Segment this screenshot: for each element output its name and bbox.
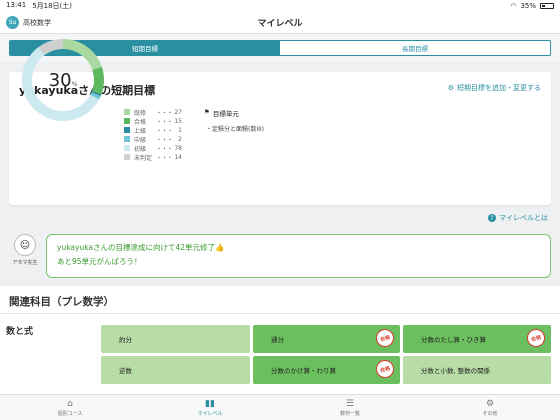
topic-tile[interactable]: 分数と小数, 整数の関係 xyxy=(403,356,551,384)
legend-dots: ・・・ xyxy=(156,109,173,117)
tab-long-term-goal[interactable]: 長期目標 xyxy=(280,41,550,55)
teacher-message-bubble: yukayukaさんの目標達成に向けて42単元修了👍 あと95単元がんばろう！ xyxy=(46,234,551,278)
list-icon: ☰ xyxy=(345,398,355,409)
gear-icon: ⚙ xyxy=(485,398,495,409)
question-icon: ? xyxy=(488,214,496,222)
pass-stamp-icon: 合格 xyxy=(373,326,397,350)
topic-tile[interactable]: 分数のかけ算・わり算 合格 xyxy=(253,356,400,384)
tab-label: その他 xyxy=(482,410,498,417)
subject-switcher[interactable]: Su 高校数学 xyxy=(6,16,51,29)
topic-grid: 数と式 約分 通分 合格 分数のたし算・ひき算 合格 逆数 分数のかけ算・わり算… xyxy=(0,314,560,394)
tab-label: マイレベル xyxy=(197,410,223,417)
subject-name: 高校数学 xyxy=(23,18,51,27)
status-date: 5月18日(土) xyxy=(32,2,73,10)
legend-dots: ・・・ xyxy=(156,154,173,162)
legend-label: 未判定 xyxy=(134,154,153,162)
legend-swatch xyxy=(124,109,130,115)
legend-count: 2 xyxy=(178,135,182,143)
tab-other[interactable]: ⚙ その他 xyxy=(420,395,560,420)
topic-tile-label: 逆数 xyxy=(119,367,132,375)
tab-materials[interactable]: ☰ 教材一覧 xyxy=(280,395,420,420)
teacher-face-icon: ☺ xyxy=(14,234,36,256)
topic-tile[interactable]: 逆数 xyxy=(101,356,250,384)
tab-individual-course[interactable]: ⌂ 個別コース xyxy=(0,395,140,420)
tab-label: 教材一覧 xyxy=(339,410,360,417)
legend-label: 既修 xyxy=(134,109,147,117)
legend-dots: ・・・ xyxy=(156,145,173,153)
add-change-goal-link[interactable]: ⚙ 短期目標を追加・変更する xyxy=(448,83,541,93)
what-is-mylevel-label: マイレベルとは xyxy=(499,214,548,222)
message-line-2: あと95単元がんばろう！ xyxy=(57,257,142,266)
nav-bar: Su 高校数学 マイレベル xyxy=(0,12,560,34)
status-bar: 13:41 5月18日(土) ◠ 35% xyxy=(0,0,560,12)
legend-row: 未判定 ・・・ 14 xyxy=(124,153,184,162)
add-change-goal-label: 短期目標を追加・変更する xyxy=(457,84,541,92)
legend-label: 合格 xyxy=(134,118,147,126)
legend-dots: ・・・ xyxy=(156,118,173,126)
topic-tile[interactable]: 分数のたし算・ひき算 合格 xyxy=(403,325,551,353)
legend-row: 中級 ・・・ 2 xyxy=(124,135,184,144)
topic-tile-label: 分数と小数, 整数の関係 xyxy=(421,367,491,375)
topic-tile[interactable]: 通分 合格 xyxy=(253,325,400,353)
home-icon: ⌂ xyxy=(67,398,73,409)
progress-percent-unit: % xyxy=(71,80,78,88)
flag-icon: ⚑ xyxy=(204,108,210,116)
donut-center: 30 % xyxy=(20,37,106,123)
pass-stamp-icon: 合格 xyxy=(373,357,397,381)
bottom-tab-bar: ⌂ 個別コース ▮▮ マイレベル ☰ 教材一覧 ⚙ その他 xyxy=(0,394,560,420)
battery-percent: 35% xyxy=(520,2,536,10)
section-title: 関連科目（プレ数学） xyxy=(9,296,114,308)
topic-tile-label: 通分 xyxy=(271,336,284,344)
tab-label: 個別コース xyxy=(57,410,83,417)
subject-avatar: Su xyxy=(6,16,19,29)
legend-dots: ・・・ xyxy=(156,136,173,144)
teacher-avatar: ☺ アタマ先生 xyxy=(10,234,40,266)
legend-label: 中級 xyxy=(134,136,147,144)
legend-row: 既修 ・・・ 27 xyxy=(124,108,184,117)
legend-label: 初級 xyxy=(134,145,147,153)
legend-swatch xyxy=(124,136,130,142)
legend-row: 合格 ・・・ 15 xyxy=(124,117,184,126)
legend-swatch xyxy=(124,127,130,133)
topic-tile-label: 約分 xyxy=(119,336,132,344)
what-is-mylevel-link[interactable]: ? マイレベルとは xyxy=(488,213,548,223)
legend-count: 15 xyxy=(174,117,182,125)
topic-tile-label: 分数のたし算・ひき算 xyxy=(421,336,486,344)
pass-stamp-icon: 合格 xyxy=(524,326,548,350)
related-subjects-header: 関連科目（プレ数学） xyxy=(0,286,560,314)
progress-percent: 30 xyxy=(48,69,72,91)
status-time: 13:41 xyxy=(6,1,27,9)
battery-icon xyxy=(540,3,554,9)
legend-row: 初級 ・・・ 78 xyxy=(124,144,184,153)
teacher-name: アタマ先生 xyxy=(12,260,38,266)
target-unit-item[interactable]: ・定積分と面積(数III) xyxy=(206,124,264,133)
legend-count: 27 xyxy=(174,108,182,116)
legend-label: 上級 xyxy=(134,127,147,135)
legend-count: 78 xyxy=(174,144,182,152)
target-unit-heading: ⚑ 目標単元 xyxy=(204,108,239,118)
bar-chart-icon: ▮▮ xyxy=(205,398,215,409)
message-line-1: yukayukaさんの目標達成に向けて42単元修了👍 xyxy=(57,243,225,252)
topic-tile[interactable]: 約分 xyxy=(101,325,250,353)
target-unit-label: 目標単元 xyxy=(212,110,239,118)
legend-swatch xyxy=(124,154,130,160)
topic-tile-label: 分数のかけ算・わり算 xyxy=(271,367,336,375)
tab-mylevel[interactable]: ▮▮ マイレベル xyxy=(140,395,280,420)
legend-count: 1 xyxy=(178,126,182,134)
legend-swatch xyxy=(124,145,130,151)
topic-group-label: 数と式 xyxy=(6,327,34,337)
legend-dots: ・・・ xyxy=(156,127,173,135)
legend-swatch xyxy=(124,118,130,124)
wifi-icon: ◠ xyxy=(510,2,517,10)
page-title: マイレベル xyxy=(257,19,303,29)
gear-icon: ⚙ xyxy=(447,84,454,92)
legend-row: 上級 ・・・ 1 xyxy=(124,126,184,135)
legend-count: 14 xyxy=(174,153,182,161)
